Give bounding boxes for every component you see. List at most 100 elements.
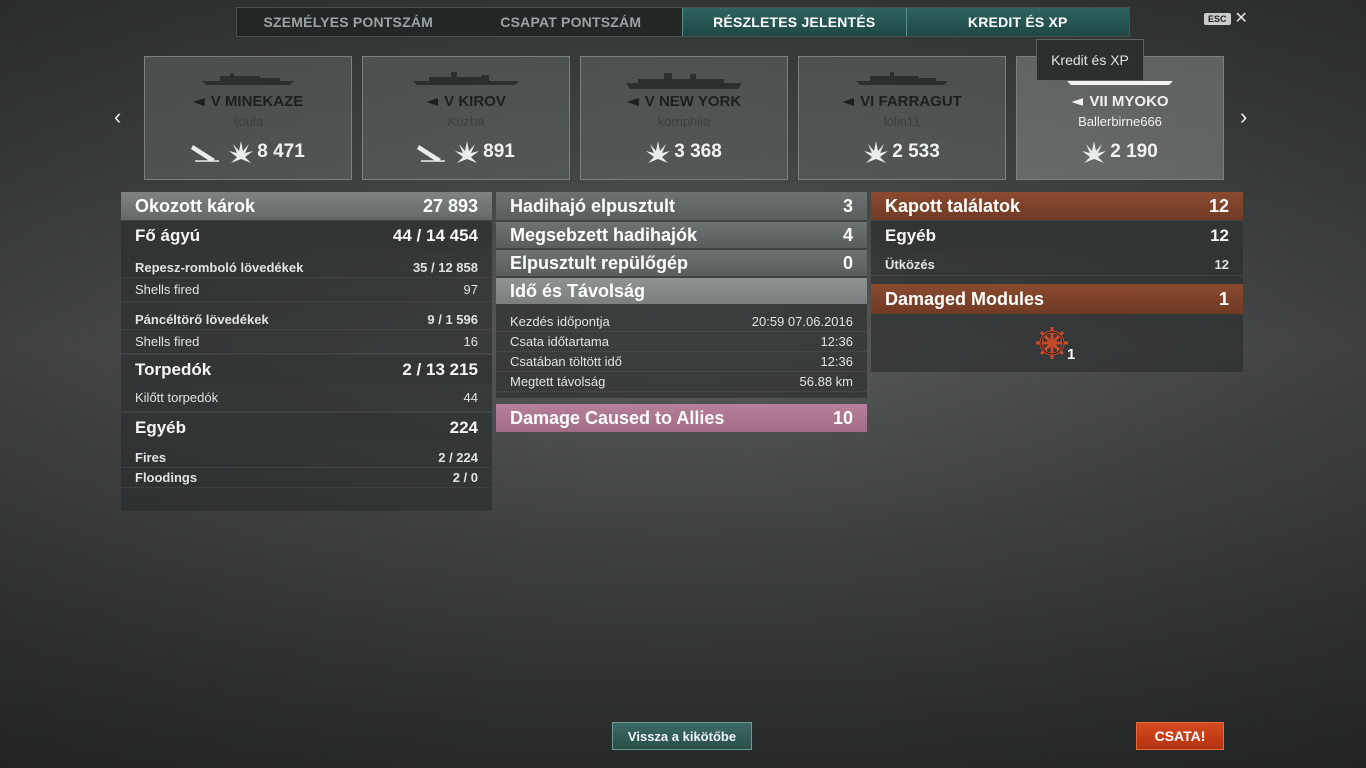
tab-bar: SZEMÉLYES PONTSZÁM CSAPAT PONTSZÁM RÉSZL… bbox=[236, 7, 1130, 37]
label: Megsebzett hadihajók bbox=[510, 224, 698, 245]
value: 12:36 bbox=[820, 334, 853, 349]
sunk-ship-icon bbox=[417, 145, 446, 162]
hits-received-header: Kapott találatok 12 bbox=[871, 192, 1243, 220]
he-shells-row: Repesz-romboló lövedékek 35 / 12 858 bbox=[121, 258, 492, 278]
value: 35 / 12 858 bbox=[412, 260, 478, 275]
value: 27 893 bbox=[422, 195, 478, 216]
label: Repesz-romboló lövedékek bbox=[135, 260, 304, 275]
ship-name: V NEW YORK bbox=[644, 93, 742, 110]
he-fired-row: Shells fired 97 bbox=[121, 278, 492, 302]
value: 56.88 km bbox=[799, 374, 853, 389]
floodings-row: Floodings 2 / 0 bbox=[121, 468, 492, 488]
label: Kapott találatok bbox=[885, 195, 1021, 216]
destroyer-class-icon bbox=[842, 98, 855, 106]
ship-silhouette-icon bbox=[626, 73, 742, 89]
module-count: 1 bbox=[1067, 346, 1076, 363]
tab-team-score[interactable]: CSAPAT PONTSZÁM bbox=[460, 8, 683, 36]
label: Csata időtartama bbox=[510, 334, 609, 349]
torpedoes-fired-row: Kilőtt torpedók 44 bbox=[121, 384, 492, 412]
chevron-right-icon[interactable]: › bbox=[1240, 104, 1247, 130]
close-button[interactable]: ESC ✕ bbox=[1204, 10, 1248, 27]
label: Megtett távolság bbox=[510, 374, 606, 389]
main-guns-row: Fő ágyú 44 / 14 454 bbox=[121, 220, 492, 250]
value: 0 bbox=[842, 252, 853, 273]
value: 9 / 1 596 bbox=[427, 312, 478, 327]
tab-detailed-report[interactable]: RÉSZLETES JELENTÉS bbox=[682, 8, 906, 36]
tooltip: Kredit és XP bbox=[1036, 39, 1144, 81]
value: 1 bbox=[1218, 288, 1229, 309]
ship-card[interactable]: V KIROV Kuzba 891 bbox=[362, 56, 570, 180]
battleship-class-icon bbox=[626, 98, 639, 106]
damage-icon bbox=[1082, 141, 1107, 163]
label: Hadihajó elpusztult bbox=[510, 195, 676, 216]
value: 4 bbox=[842, 224, 853, 245]
close-icon: ✕ bbox=[1234, 10, 1248, 27]
battle-stats-panel: Hadihajó elpusztult 3 Megsebzett hadihajó… bbox=[496, 192, 867, 432]
ship-name: V MINEKAZE bbox=[210, 93, 304, 110]
esc-key-label: ESC bbox=[1204, 13, 1231, 25]
label: Ütközés bbox=[885, 257, 935, 272]
value: 16 bbox=[463, 334, 478, 349]
player-name: lolin11 bbox=[883, 114, 921, 129]
damage-value: 8 471 bbox=[257, 141, 305, 162]
ship-silhouette-icon bbox=[413, 72, 519, 85]
duration-row: Csata időtartama 12:36 bbox=[496, 332, 867, 352]
ship-card[interactable]: V MINEKAZE ljoula 8 471 bbox=[144, 56, 352, 180]
ships-destroyed-row: Hadihajó elpusztult 3 bbox=[496, 192, 867, 220]
battle-button[interactable]: CSATA! bbox=[1136, 722, 1224, 750]
value: 44 / 14 454 bbox=[392, 225, 478, 245]
start-time-row: Kezdés időpontja 20:59 07.06.2016 bbox=[496, 312, 867, 332]
player-name: ljoula bbox=[232, 114, 264, 129]
ship-card[interactable]: V NEW YORK korriphila 3 368 bbox=[580, 56, 788, 180]
chevron-left-icon[interactable]: ‹ bbox=[114, 104, 121, 130]
time-in-battle-row: Csatában töltött idő 12:36 bbox=[496, 352, 867, 372]
ship-card[interactable]: VI FARRAGUT lolin11 2 533 bbox=[798, 56, 1006, 180]
player-name: Ballerbirne666 bbox=[1078, 114, 1162, 129]
value: 12 bbox=[1210, 225, 1229, 245]
planes-destroyed-row: Elpusztult repülőgép 0 bbox=[496, 248, 867, 276]
label: Idő és Távolság bbox=[510, 280, 646, 301]
cruiser-class-icon bbox=[426, 98, 439, 106]
label: Fő ágyú bbox=[135, 225, 201, 245]
ap-fired-row: Shells fired 16 bbox=[121, 330, 492, 354]
label: Damage Caused to Allies bbox=[510, 407, 725, 428]
fires-row: Fires 2 / 224 bbox=[121, 448, 492, 468]
ship-silhouette-icon bbox=[856, 72, 948, 85]
damaged-modules-body: 1 bbox=[871, 314, 1243, 372]
collision-row: Ütközés 12 bbox=[871, 254, 1243, 276]
value: 3 bbox=[842, 195, 853, 216]
player-name: Kuzba bbox=[447, 114, 485, 129]
label: Okozott károk bbox=[135, 195, 256, 216]
sunk-ship-icon bbox=[191, 145, 220, 162]
damage-dealt-panel: Okozott károk 27 893 Fő ágyú 44 / 14 454 R… bbox=[121, 192, 492, 511]
label: Csatában töltött idő bbox=[510, 354, 623, 369]
label: Fires bbox=[135, 450, 167, 465]
value: 2 / 224 bbox=[438, 450, 478, 465]
time-distance-body: Kezdés időpontja 20:59 07.06.2016 Csata i… bbox=[496, 304, 867, 398]
label: Páncéltörő lövedékek bbox=[135, 312, 269, 327]
damage-dealt-header: Okozott károk 27 893 bbox=[121, 192, 492, 220]
label: Damaged Modules bbox=[885, 288, 1045, 309]
tab-personal-score[interactable]: SZEMÉLYES PONTSZÁM bbox=[237, 8, 460, 36]
back-to-port-button[interactable]: Vissza a kikötőbe bbox=[612, 722, 752, 750]
label: Kilőtt torpedók bbox=[135, 390, 219, 405]
ship-name: V KIROV bbox=[444, 93, 506, 110]
value: 2 / 13 215 bbox=[402, 359, 478, 379]
label: Torpedók bbox=[135, 359, 212, 379]
value: 20:59 07.06.2016 bbox=[751, 314, 853, 329]
label: Egyéb bbox=[885, 225, 937, 245]
value: 44 bbox=[463, 390, 478, 405]
value: 97 bbox=[463, 282, 478, 297]
value: 12:36 bbox=[820, 354, 853, 369]
other-row: Egyéb 224 bbox=[121, 412, 492, 442]
damage-value: 891 bbox=[483, 141, 515, 162]
value: 10 bbox=[832, 407, 853, 428]
damaged-modules-header: Damaged Modules 1 bbox=[871, 284, 1243, 314]
label: Kezdés időpontja bbox=[510, 314, 610, 329]
value: 12 bbox=[1208, 195, 1229, 216]
tab-credits-xp[interactable]: KREDIT ÉS XP bbox=[905, 8, 1129, 36]
value: 12 bbox=[1214, 257, 1229, 272]
distance-row: Megtett távolság 56.88 km bbox=[496, 372, 867, 392]
damage-icon bbox=[646, 141, 671, 163]
damage-icon bbox=[864, 141, 889, 163]
